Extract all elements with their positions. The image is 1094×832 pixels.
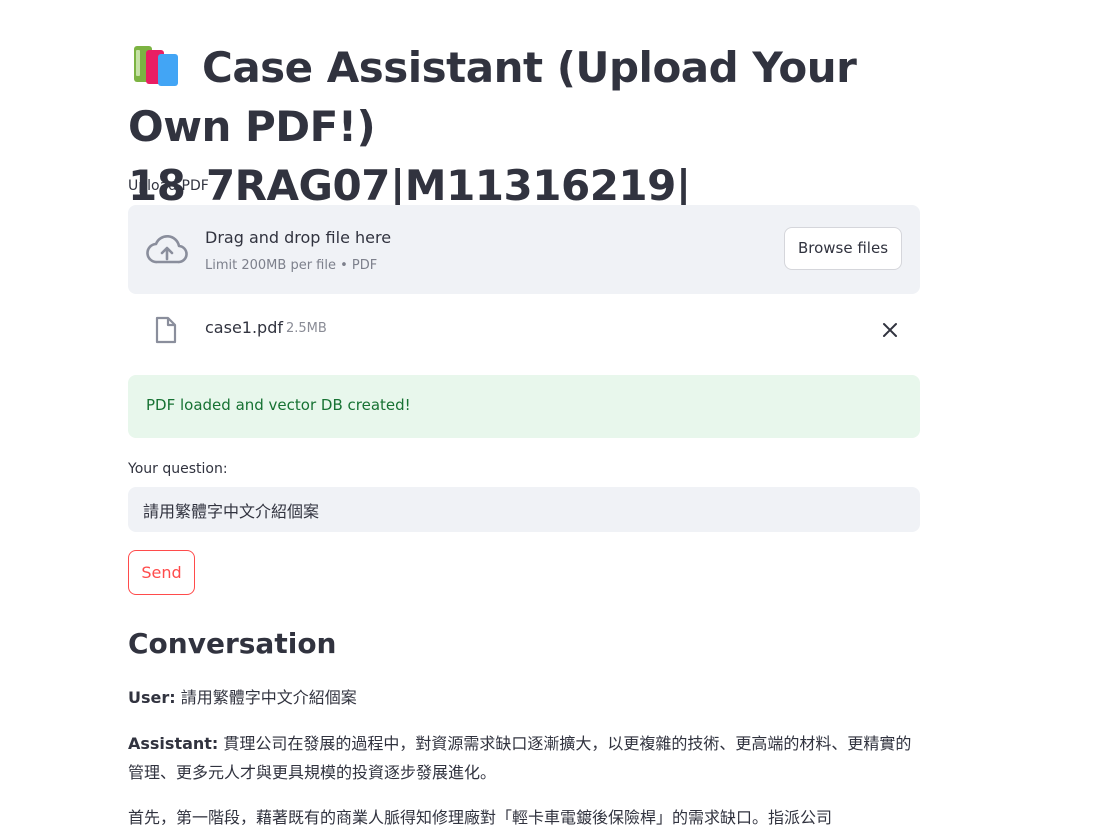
user-message: User: 請用繁體字中文介紹個案 bbox=[128, 683, 920, 712]
assistant-message: Assistant: 貫理公司在發展的過程中，對資源需求缺口逐漸擴大，以更複雜的… bbox=[128, 729, 920, 787]
question-input[interactable] bbox=[128, 487, 920, 532]
uploaded-file-row: case1.pdf 2.5MB bbox=[128, 306, 920, 354]
assistant-paragraph: 首先，第一階段，藉著既有的商業人脈得知修理廠對「輕卡車電鍍後保險桿」的需求缺口。… bbox=[128, 808, 833, 827]
user-role-label: User: bbox=[128, 688, 176, 707]
close-icon[interactable] bbox=[880, 320, 900, 340]
dropzone-title: Drag and drop file here bbox=[205, 228, 392, 247]
browse-files-button[interactable]: Browse files bbox=[784, 227, 902, 270]
books-icon bbox=[132, 44, 188, 86]
file-name: case1.pdf bbox=[205, 318, 283, 337]
success-alert: PDF loaded and vector DB created! bbox=[128, 375, 920, 438]
conversation-heading: Conversation bbox=[128, 627, 337, 660]
assistant-message-text: 貫理公司在發展的過程中，對資源需求缺口逐漸擴大，以更複雜的技術、更高端的材料、更… bbox=[128, 734, 912, 782]
cloud-upload-icon bbox=[146, 234, 188, 264]
success-message: PDF loaded and vector DB created! bbox=[146, 396, 411, 414]
file-icon bbox=[155, 316, 177, 344]
user-message-text: 請用繁體字中文介紹個案 bbox=[180, 688, 357, 707]
page-title-text: Case Assistant (Upload Your Own PDF!) 18… bbox=[128, 43, 857, 210]
file-size: 2.5MB bbox=[286, 321, 327, 336]
assistant-role-label: Assistant: bbox=[128, 734, 219, 753]
upload-label: Upload PDF bbox=[128, 178, 209, 194]
question-label: Your question: bbox=[128, 461, 228, 477]
file-dropzone[interactable]: Drag and drop file here Limit 200MB per … bbox=[128, 205, 920, 294]
send-button[interactable]: Send bbox=[128, 550, 195, 595]
main-container: Case Assistant (Upload Your Own PDF!) 18… bbox=[128, 0, 920, 827]
page-title: Case Assistant (Upload Your Own PDF!) 18… bbox=[128, 0, 920, 215]
dropzone-subtitle: Limit 200MB per file • PDF bbox=[205, 258, 378, 273]
